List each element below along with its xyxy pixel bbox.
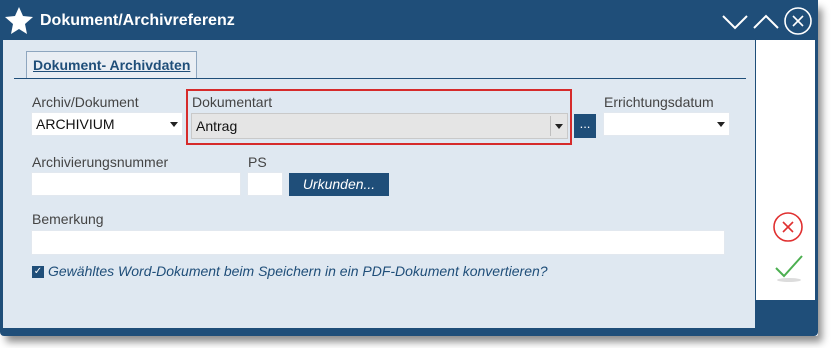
tab-dokument-archivdaten[interactable]: Dokument- Archivdaten [26,51,198,79]
cancel-circle-icon[interactable] [772,211,804,248]
archiv-value: ARCHIVIUM [36,116,115,132]
archivierungsnummer-field[interactable] [31,172,241,196]
urkunden-button[interactable]: Urkunden... [289,173,389,196]
tab-label: Dokument- Archivdaten [33,57,191,73]
ps-field[interactable] [247,172,283,196]
action-panel [756,40,815,300]
archiv-select[interactable]: ARCHIVIUM [31,112,183,136]
dropdown-arrow-icon [717,122,725,127]
title-bar: Dokument/Archivreferenz [0,0,818,40]
checkmark-icon[interactable] [772,250,806,289]
chevron-down-icon[interactable] [720,6,750,36]
errichtungsdatum-label: Errichtungsdatum [604,94,714,110]
chevron-up-icon[interactable] [751,6,781,36]
pdf-convert-checkbox[interactable]: ✓ [32,266,44,278]
dokumentart-highlight [186,89,572,145]
ps-label: PS [248,154,267,170]
bemerkung-label: Bemerkung [32,211,104,227]
star-icon [4,5,34,35]
close-icon[interactable] [783,6,813,36]
dropdown-arrow-icon [170,122,178,127]
bemerkung-field[interactable] [31,230,725,255]
archiv-label: Archiv/Dokument [32,94,139,110]
tab-underline [14,78,746,79]
errichtungsdatum-select[interactable] [603,112,730,136]
pdf-convert-label: Gewähltes Word-Dokument beim Speichern i… [48,263,548,279]
browse-button[interactable]: ... [574,114,596,138]
archivierungsnummer-label: Archivierungsnummer [32,154,169,170]
window-title: Dokument/Archivreferenz [40,12,235,29]
